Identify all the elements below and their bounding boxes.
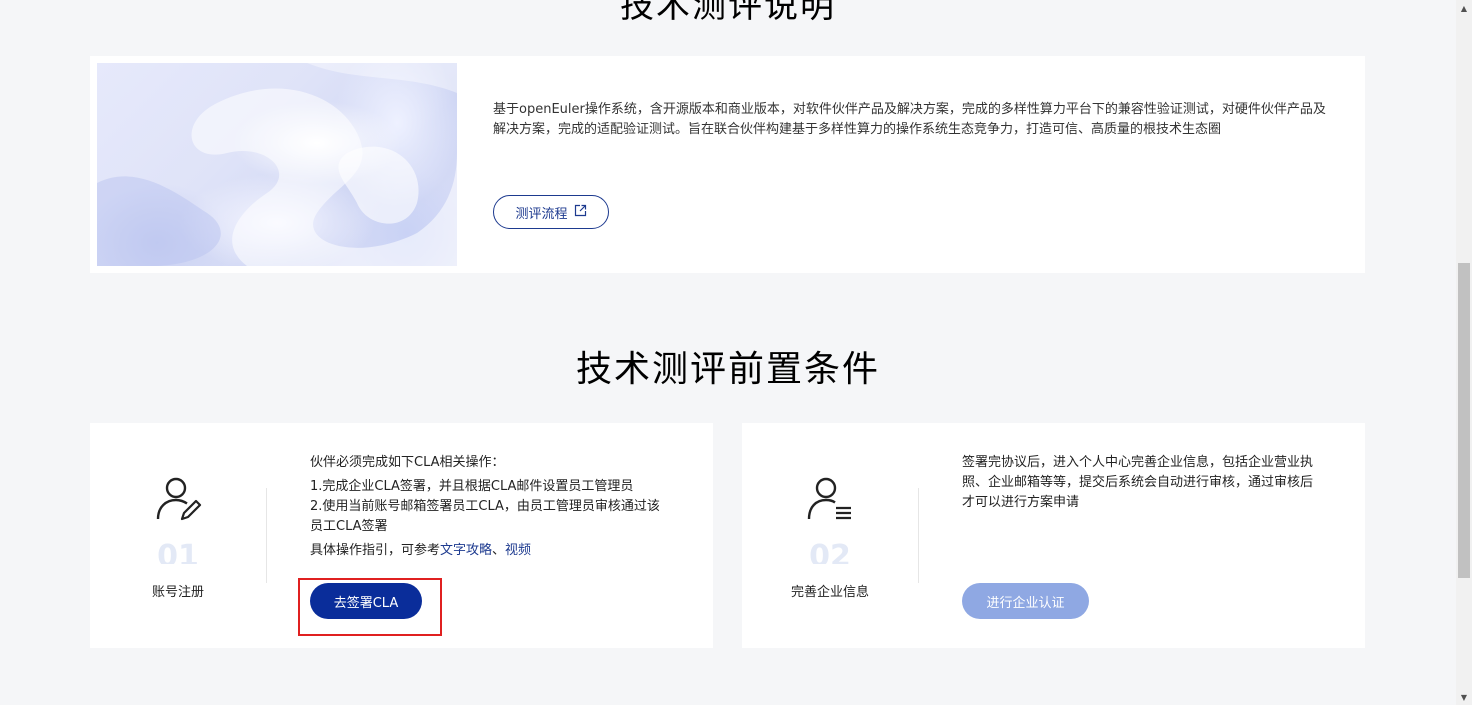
evaluation-process-button[interactable]: 测评流程 — [493, 195, 609, 229]
divider — [918, 488, 919, 583]
step-intro-text: 伙伴必须完成如下CLA相关操作： — [310, 455, 505, 470]
step-guide: 具体操作指引，可参考文字攻略、视频 — [310, 541, 670, 561]
section-heading-evaluation: 技术测评说明 — [620, 0, 836, 26]
vertical-scrollbar[interactable]: ▲ ▼ — [1456, 0, 1472, 705]
step-description: 伙伴必须完成如下CLA相关操作： 1.完成企业CLA签署，并且根据CLA邮件设置… — [310, 453, 670, 561]
video-link[interactable]: 视频 — [505, 543, 531, 558]
highlight-annotation — [298, 578, 442, 636]
external-link-icon — [574, 204, 587, 221]
user-edit-icon — [154, 475, 202, 523]
step-line-2: 2.使用当前账号邮箱签署员工CLA，由员工管理员审核通过该员工CLA签署 — [310, 499, 660, 534]
intro-description: 基于openEuler操作系统，含开源版本和商业版本，对软件伙伴产品及解决方案，… — [493, 102, 1326, 137]
user-list-icon — [806, 475, 854, 523]
step-line-1: 1.完成企业CLA签署，并且根据CLA邮件设置员工管理员 — [310, 479, 634, 494]
scroll-down-icon[interactable]: ▼ — [1456, 689, 1472, 705]
text-guide-link[interactable]: 文字攻略 — [440, 543, 492, 558]
section-heading-prerequisites: 技术测评前置条件 — [575, 349, 880, 390]
step-left: 02 完善企业信息 — [742, 423, 918, 648]
page: 技术测评说明 基于openEuler操作系统，含开源版本和商业版本，对软件伙伴产… — [0, 0, 1472, 705]
company-verification-button[interactable]: 进行企业认证 — [962, 583, 1089, 619]
evaluation-process-label: 测评流程 — [515, 206, 568, 222]
scroll-up-icon[interactable]: ▲ — [1456, 0, 1472, 16]
intro-card: 基于openEuler操作系统，含开源版本和商业版本，对软件伙伴产品及解决方案，… — [90, 56, 1365, 273]
step-number: 01 — [157, 540, 199, 564]
guide-separator: 、 — [492, 543, 506, 558]
guide-prefix: 具体操作指引，可参考 — [310, 543, 441, 558]
step-number: 02 — [809, 540, 851, 564]
divider — [266, 488, 267, 583]
step-card-company-info: 02 完善企业信息 签署完协议后，进入个人中心完善企业信息，包括企业营业执照、企… — [742, 423, 1365, 648]
intro-illustration — [97, 63, 457, 266]
step-description: 签署完协议后，进入个人中心完善企业信息，包括企业营业执照、企业邮箱等等，提交后系… — [962, 455, 1314, 510]
step-title: 完善企业信息 — [790, 585, 869, 600]
step-left: 01 账号注册 — [90, 423, 266, 648]
step-title: 账号注册 — [151, 585, 204, 600]
scrollbar-thumb[interactable] — [1458, 263, 1470, 578]
